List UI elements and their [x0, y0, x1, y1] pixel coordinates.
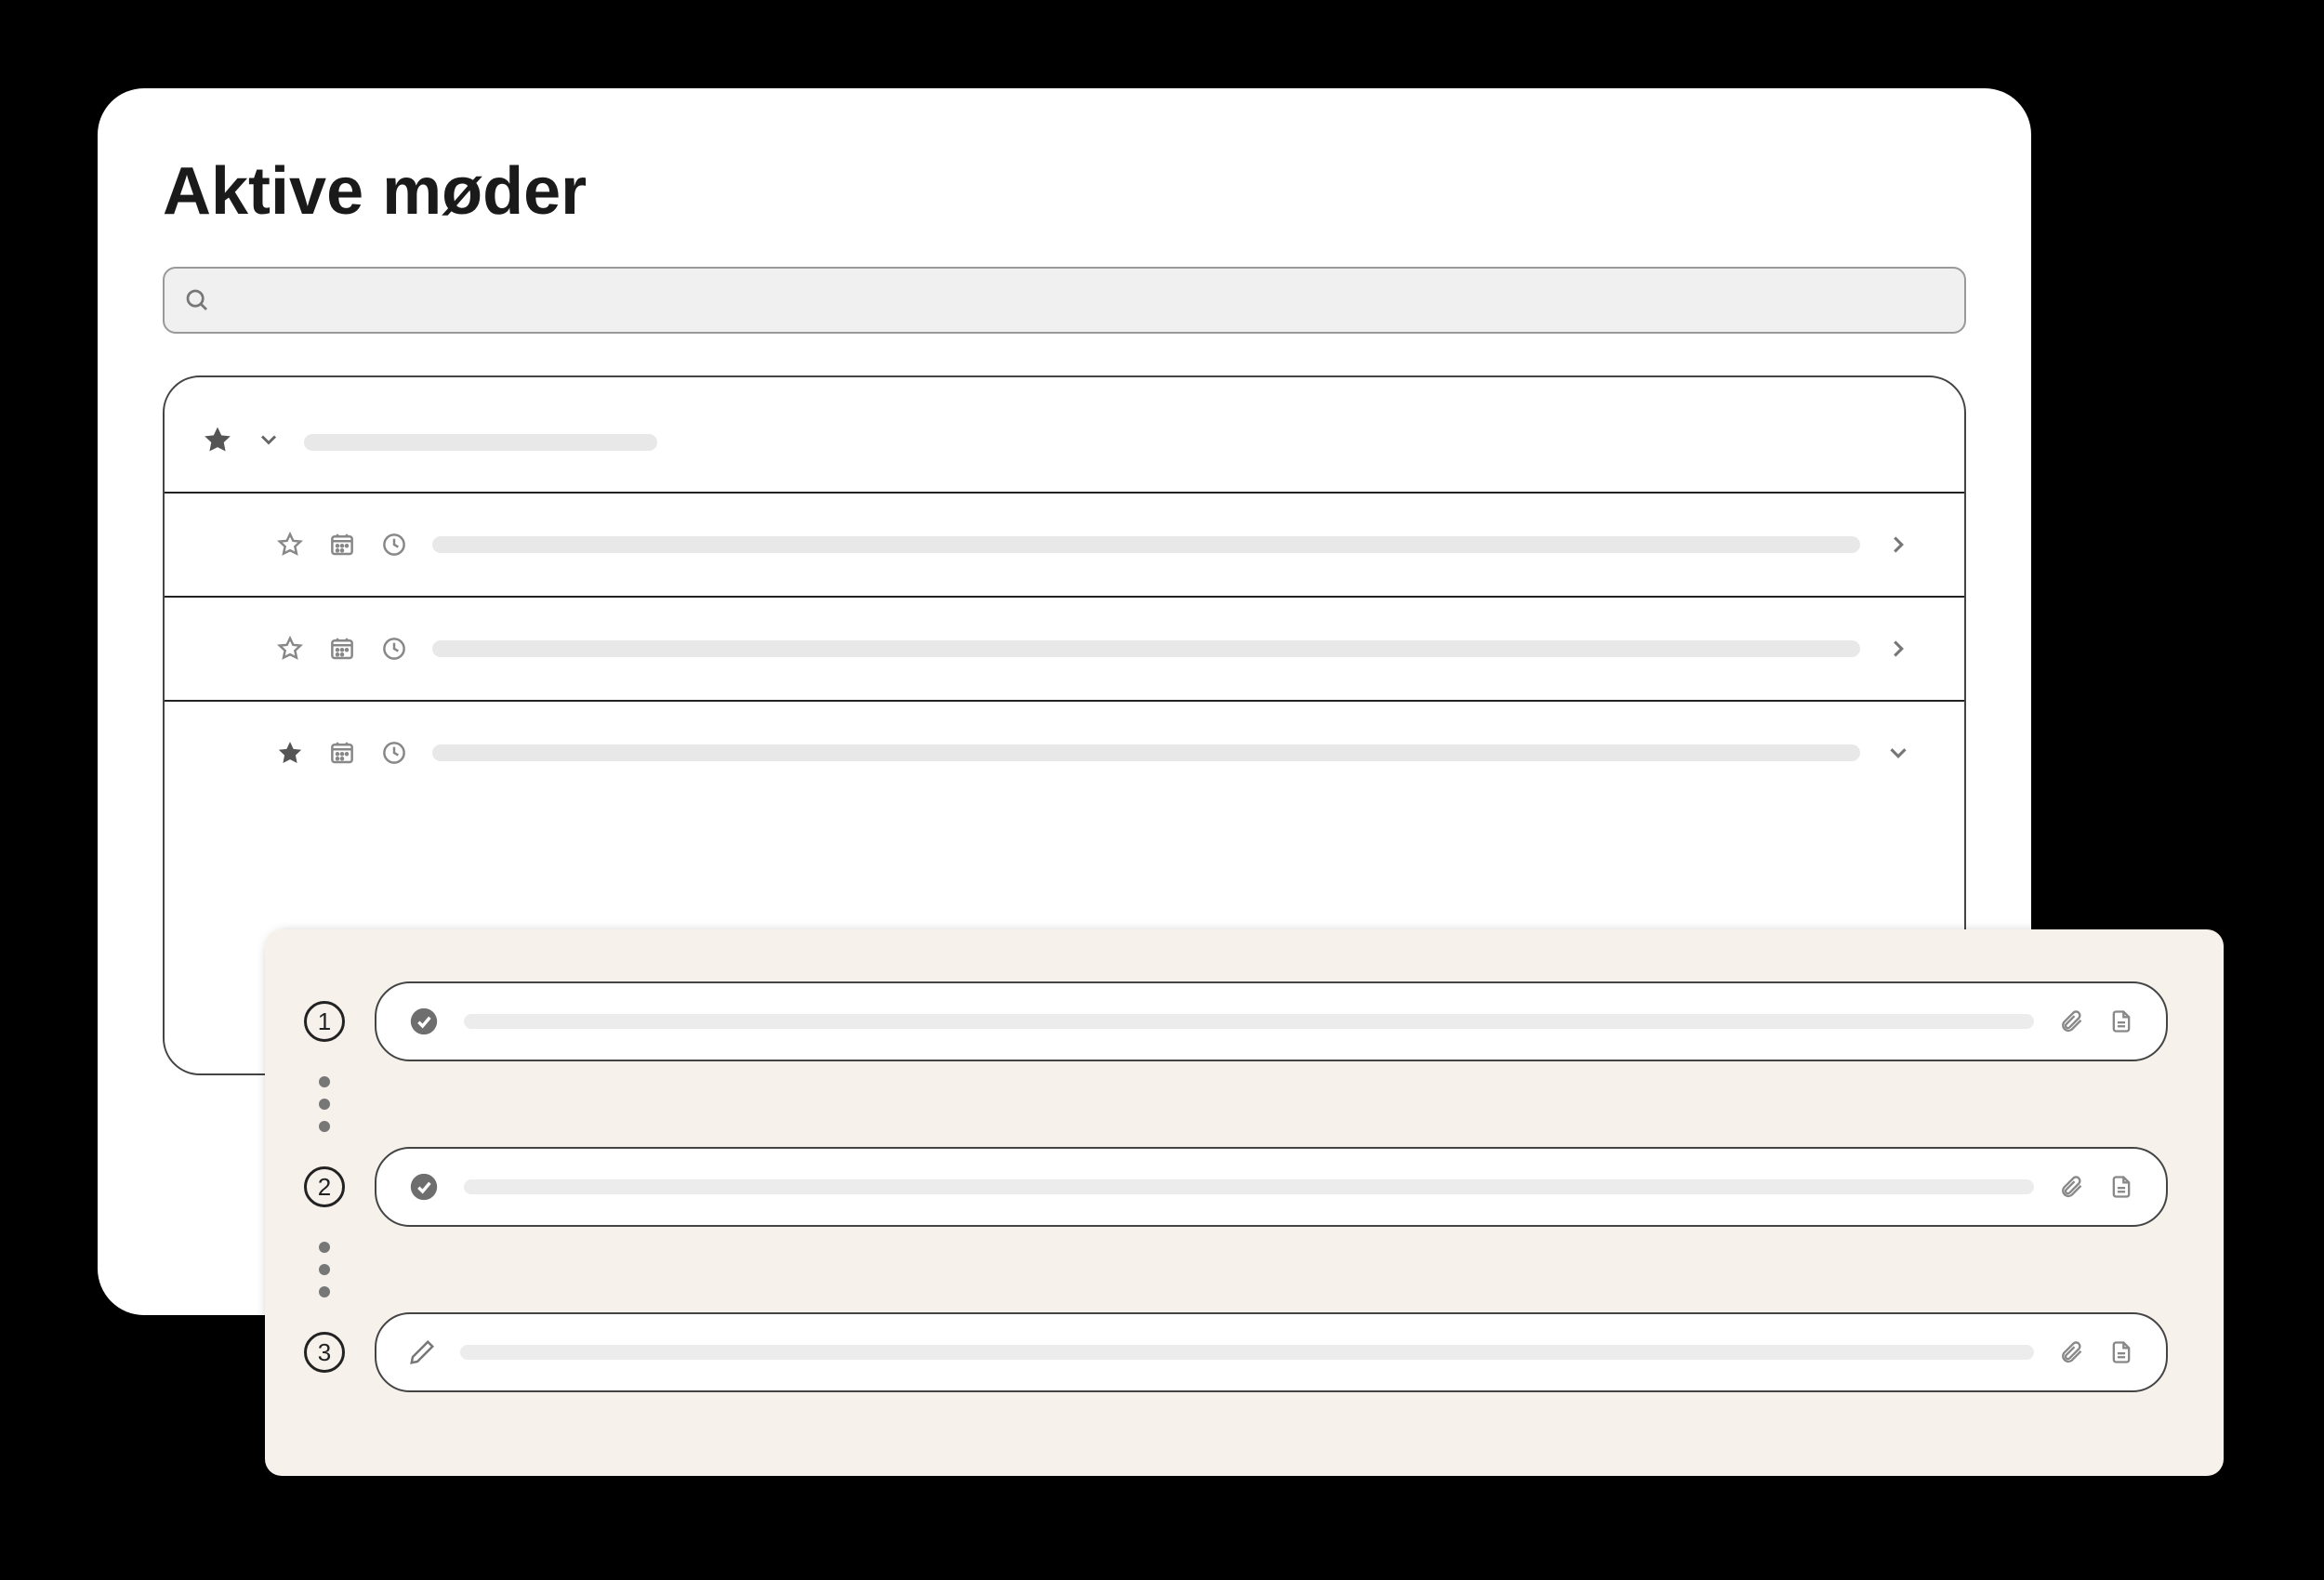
meeting-title-placeholder — [432, 640, 1860, 657]
document-icon[interactable] — [2108, 1008, 2134, 1034]
connector-dot — [319, 1286, 330, 1297]
search-bar[interactable] — [163, 267, 1966, 334]
step-row: 1 — [304, 981, 2168, 1061]
step-row: 3 — [304, 1312, 2168, 1392]
chevron-down-icon[interactable] — [1884, 739, 1912, 767]
connector-dot — [319, 1076, 330, 1087]
step-item[interactable] — [375, 1147, 2168, 1227]
paperclip-icon[interactable] — [2058, 1339, 2084, 1365]
group-title-placeholder — [304, 434, 657, 451]
meeting-row[interactable] — [165, 494, 1964, 598]
clock-icon — [380, 531, 408, 559]
document-icon[interactable] — [2108, 1174, 2134, 1200]
step-title-placeholder — [464, 1179, 2034, 1194]
edit-icon — [408, 1338, 436, 1366]
step-connector — [304, 1061, 2168, 1147]
connector-dot — [319, 1264, 330, 1275]
group-header[interactable] — [165, 415, 1964, 494]
step-title-placeholder — [460, 1345, 2034, 1360]
step-number-badge: 3 — [304, 1332, 345, 1373]
step-number-badge: 2 — [304, 1166, 345, 1207]
page-title: Aktive møder — [163, 153, 1966, 230]
connector-dot — [319, 1121, 330, 1132]
step-row: 2 — [304, 1147, 2168, 1227]
connector-dot — [319, 1099, 330, 1110]
step-item[interactable] — [375, 981, 2168, 1061]
star-outline-icon[interactable] — [276, 635, 304, 663]
check-circle-icon — [408, 1006, 440, 1037]
chevron-right-icon[interactable] — [1884, 531, 1912, 559]
clock-icon — [380, 635, 408, 663]
paperclip-icon[interactable] — [2058, 1008, 2084, 1034]
calendar-icon — [328, 739, 356, 767]
search-icon — [183, 286, 211, 314]
search-input[interactable] — [211, 285, 1946, 315]
check-circle-icon — [408, 1171, 440, 1203]
meeting-title-placeholder — [432, 536, 1860, 553]
calendar-icon — [328, 635, 356, 663]
step-number-badge: 1 — [304, 1001, 345, 1042]
paperclip-icon[interactable] — [2058, 1174, 2084, 1200]
meeting-row[interactable] — [165, 702, 1964, 804]
step-item[interactable] — [375, 1312, 2168, 1392]
star-filled-icon[interactable] — [202, 424, 233, 460]
calendar-icon — [328, 531, 356, 559]
steps-panel: 1 2 — [265, 929, 2224, 1476]
document-icon[interactable] — [2108, 1339, 2134, 1365]
step-connector — [304, 1227, 2168, 1312]
clock-icon — [380, 739, 408, 767]
meeting-row[interactable] — [165, 598, 1964, 702]
chevron-down-icon[interactable] — [256, 427, 282, 457]
star-filled-icon[interactable] — [276, 739, 304, 767]
chevron-right-icon[interactable] — [1884, 635, 1912, 663]
star-outline-icon[interactable] — [276, 531, 304, 559]
connector-dot — [319, 1242, 330, 1253]
meeting-title-placeholder — [432, 744, 1860, 761]
step-title-placeholder — [464, 1014, 2034, 1029]
